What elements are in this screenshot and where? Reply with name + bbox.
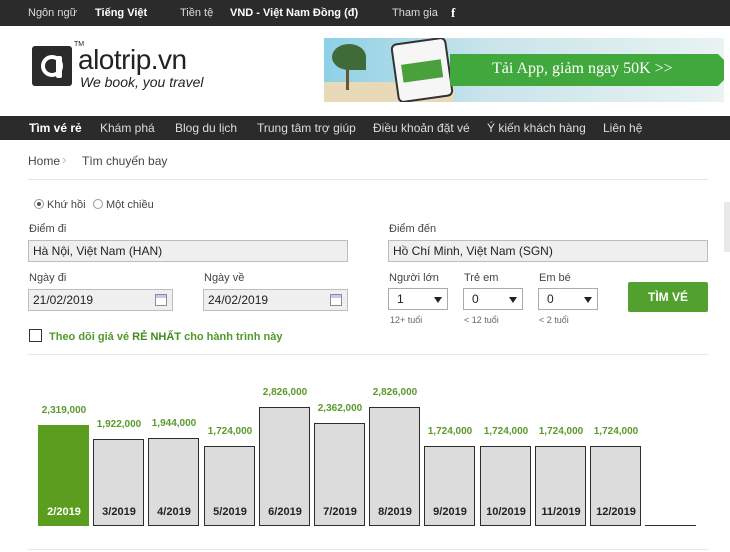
bar-month-label: 2/2019 <box>47 506 81 518</box>
bar-month-label: 12/2019 <box>596 506 636 518</box>
bar-month-label: 10/2019 <box>486 506 526 518</box>
bar-price-label: 1,724,000 <box>207 426 253 437</box>
bar-price-label: 2,362,000 <box>317 403 363 414</box>
bar-month-label: 11/2019 <box>541 506 581 518</box>
bar-price-label: 2,826,000 <box>262 387 308 398</box>
divider <box>28 549 708 550</box>
bar-price-label: 1,724,000 <box>427 426 473 437</box>
monthly-price-chart: 2,319,000 2/2019 1,922,000 3/2019 1,944,000 4… <box>0 0 730 552</box>
bar-price-label: 1,944,000 <box>151 418 197 429</box>
bar-price-label: 1,922,000 <box>96 419 142 430</box>
bar-price-label: 1,724,000 <box>593 426 639 437</box>
bar-month-label: 5/2019 <box>213 506 247 518</box>
bar-price-label: 1,724,000 <box>483 426 529 437</box>
empty-month-slot <box>645 525 696 526</box>
bar-month-label: 4/2019 <box>157 506 191 518</box>
bar-month-label: 7/2019 <box>323 506 357 518</box>
bar-month-label: 9/2019 <box>433 506 467 518</box>
bar-month-label: 6/2019 <box>268 506 302 518</box>
bar-month-label: 8/2019 <box>378 506 412 518</box>
bar-month-label: 3/2019 <box>102 506 136 518</box>
scrollbar[interactable] <box>724 202 730 252</box>
bar-price-label: 2,826,000 <box>372 387 418 398</box>
bar-price-label: 1,724,000 <box>538 426 584 437</box>
bar-price-label: 2,319,000 <box>41 405 87 416</box>
